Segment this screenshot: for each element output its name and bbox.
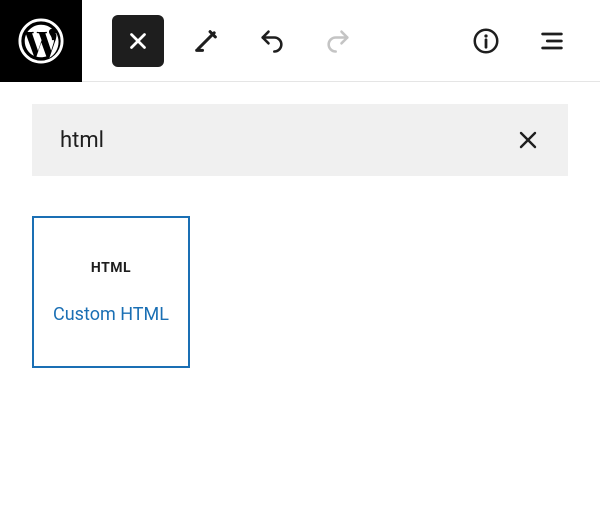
- block-title: Custom HTML: [53, 304, 169, 325]
- block-results: HTML Custom HTML: [0, 198, 600, 386]
- toolbar-left-group: [82, 15, 362, 67]
- outline-button[interactable]: [528, 17, 576, 65]
- undo-button[interactable]: [248, 17, 296, 65]
- toolbar-right-group: [462, 17, 600, 65]
- block-search-box: [32, 104, 568, 176]
- close-inserter-button[interactable]: [112, 15, 164, 67]
- info-icon: [471, 26, 501, 56]
- block-search-area: [0, 82, 600, 198]
- edit-button[interactable]: [182, 17, 230, 65]
- wordpress-logo[interactable]: [0, 0, 82, 82]
- block-card-custom-html[interactable]: HTML Custom HTML: [32, 216, 190, 368]
- close-icon: [125, 28, 151, 54]
- pencil-icon: [192, 27, 220, 55]
- block-search-input[interactable]: [60, 128, 516, 153]
- clear-search-button[interactable]: [516, 128, 540, 152]
- html-block-icon: HTML: [91, 260, 131, 276]
- wordpress-icon: [18, 18, 64, 64]
- close-icon: [516, 128, 540, 152]
- redo-button[interactable]: [314, 17, 362, 65]
- undo-icon: [258, 27, 286, 55]
- outline-icon: [538, 27, 566, 55]
- editor-toolbar: [0, 0, 600, 82]
- redo-icon: [324, 27, 352, 55]
- info-button[interactable]: [462, 17, 510, 65]
